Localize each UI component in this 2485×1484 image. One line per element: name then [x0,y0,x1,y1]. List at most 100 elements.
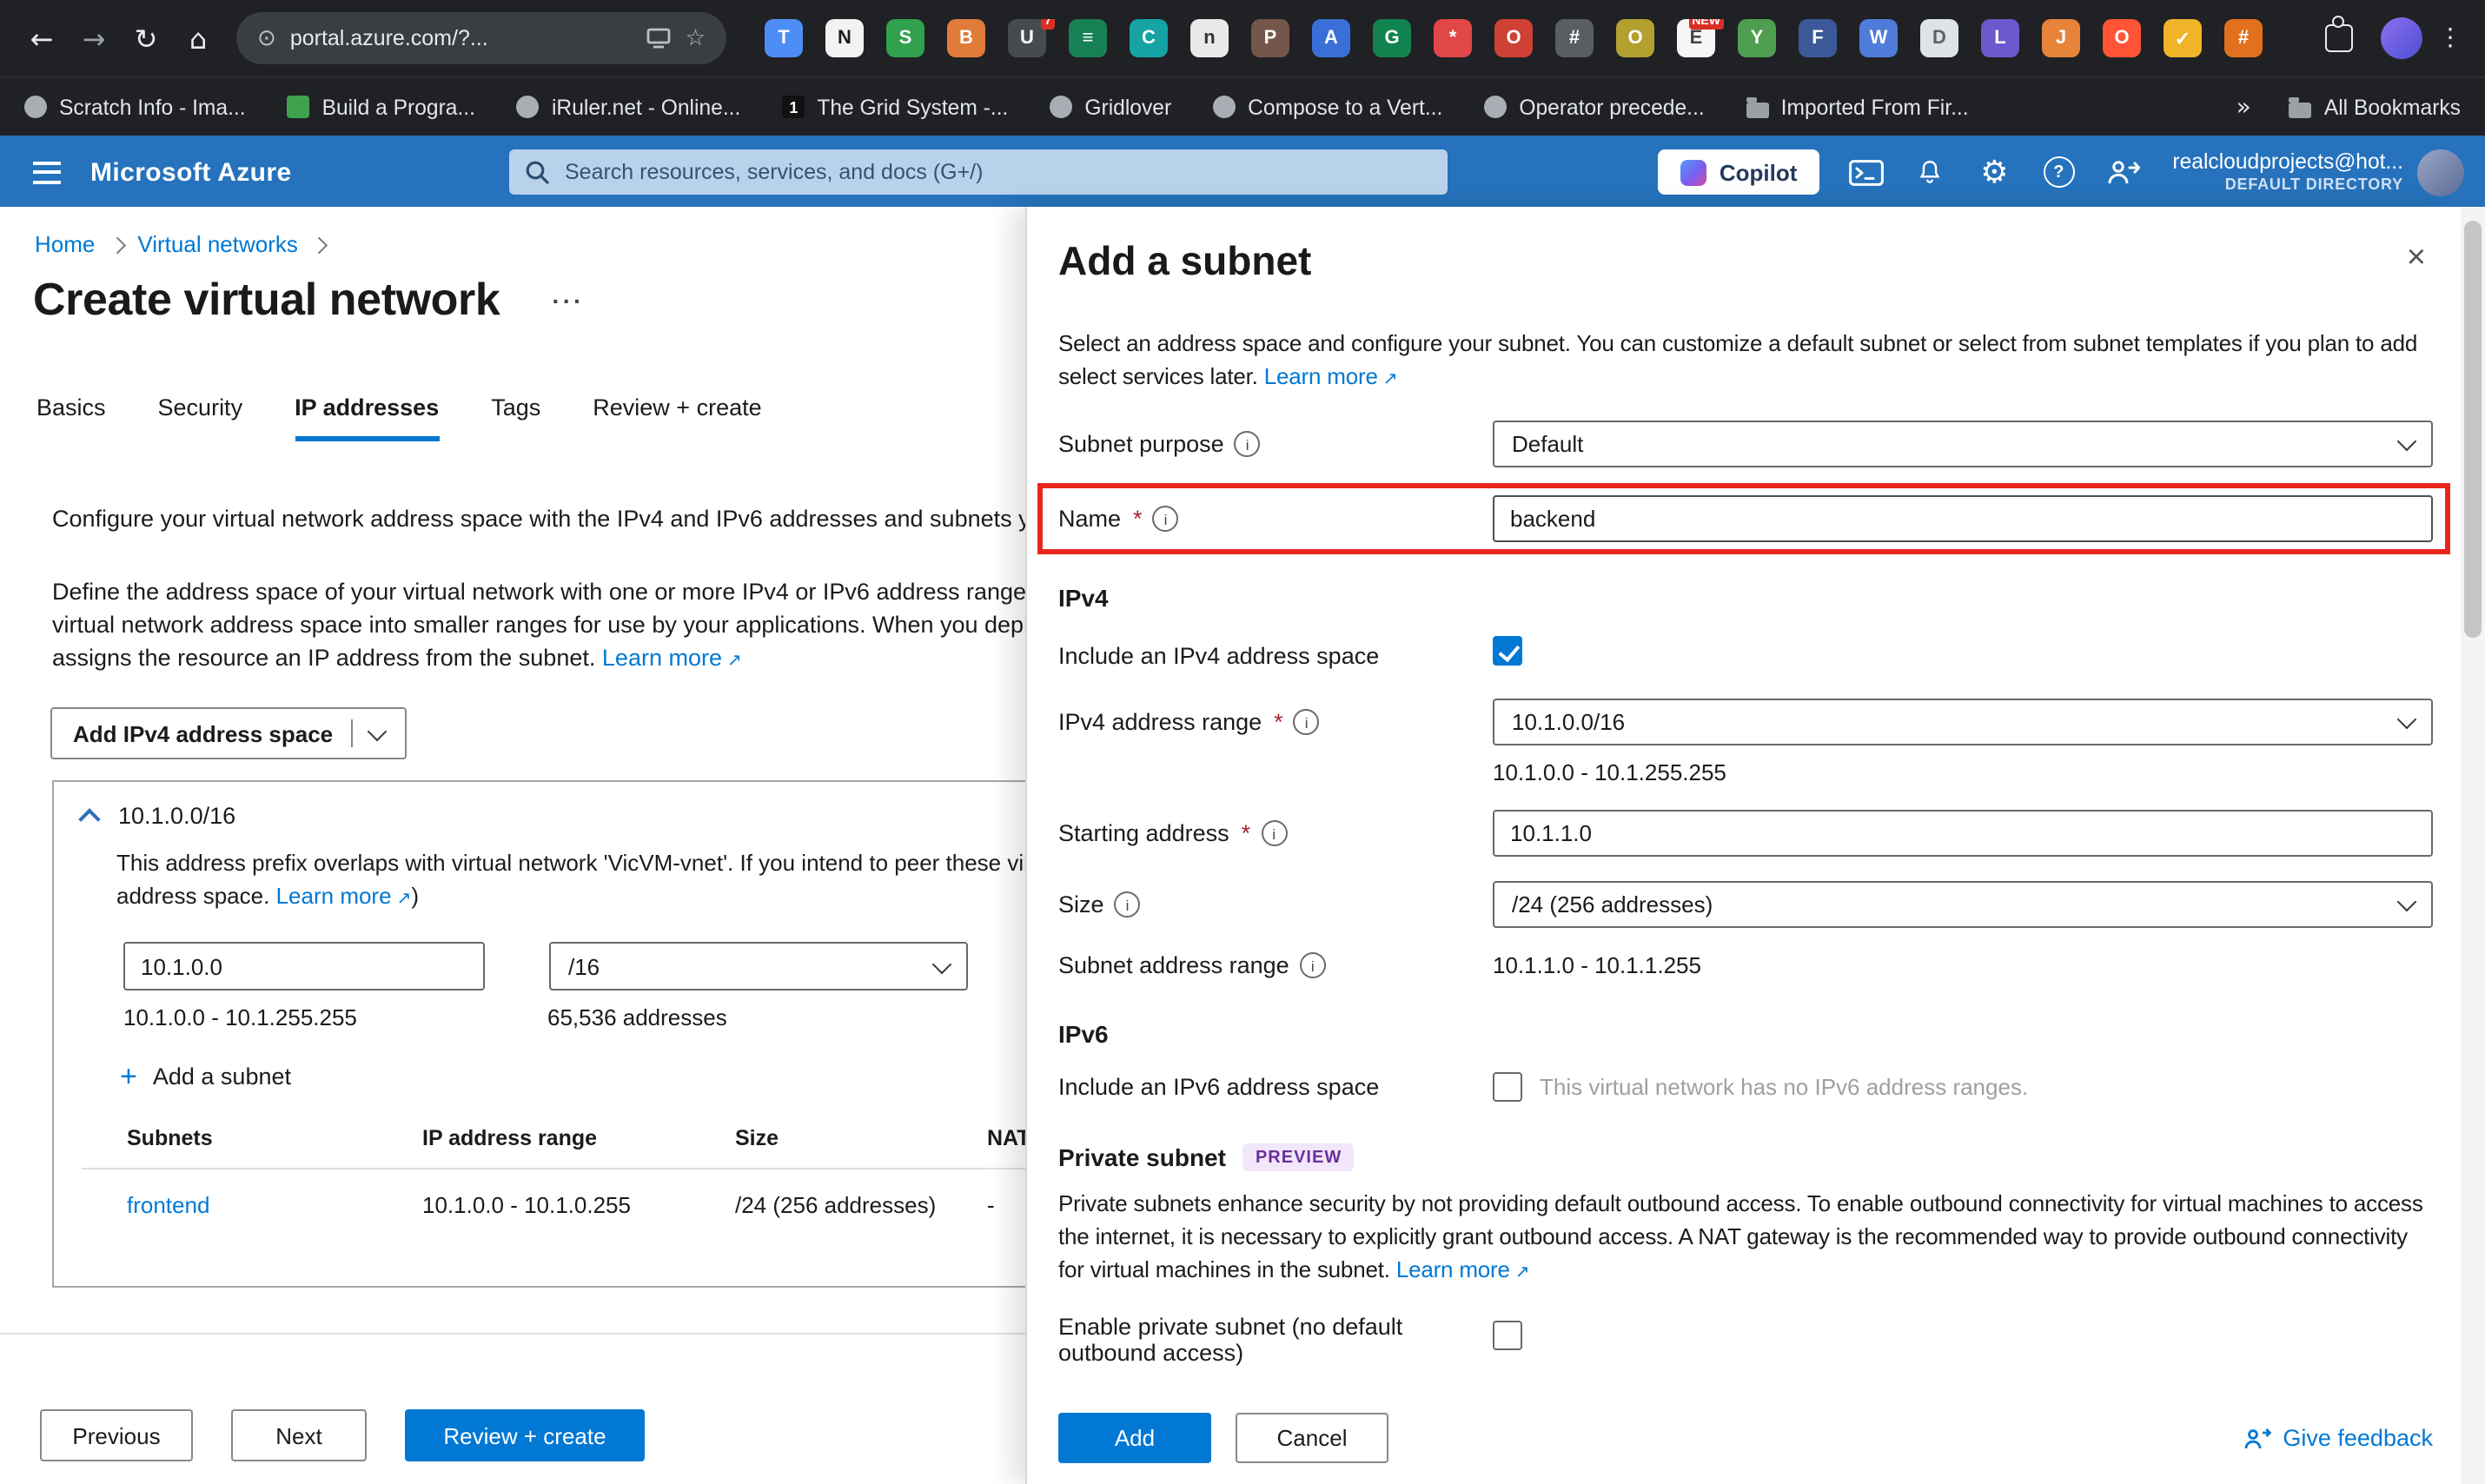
close-icon[interactable] [2400,238,2433,278]
tab-ip-addresses[interactable]: IP addresses [295,394,440,441]
translate-extension-icon[interactable]: T [765,19,803,57]
bookmark-item[interactable]: Compose to a Vert... [1213,95,1442,119]
add-ipv4-address-space-button[interactable]: Add IPv4 address space [50,707,407,759]
starting-address-input[interactable] [1493,810,2433,857]
give-feedback-link[interactable]: Give feedback [2243,1425,2433,1451]
info-icon[interactable] [1152,506,1179,532]
opera-extension-icon[interactable]: O [2103,19,2141,57]
orange-j-extension-icon[interactable]: J [2042,19,2080,57]
blocker-extension-icon[interactable]: U7 [1008,19,1055,57]
cancel-button[interactable]: Cancel [1236,1413,1388,1463]
account-menu[interactable]: realcloudprojects@hot... DEFAULT DIRECTO… [2172,149,2403,194]
bookmark-item[interactable]: iRuler.net - Online... [516,95,740,119]
green-tool-extension-icon[interactable]: S [886,19,924,57]
info-icon[interactable] [1299,952,1326,978]
review-create-button[interactable]: Review + create [405,1409,645,1461]
clipper-extension-icon[interactable]: C [1130,19,1168,57]
plant-extension-icon[interactable]: Y [1738,19,1776,57]
copilot-button[interactable]: Copilot [1658,149,1820,195]
recorder-extension-icon[interactable]: O [1494,19,1533,57]
mask-select[interactable]: /16 [549,942,968,990]
site-settings-icon[interactable] [257,25,276,51]
more-options-button[interactable] [552,286,584,314]
private-subnet-checkbox[interactable] [1493,1321,1522,1350]
brown-tool-extension-icon[interactable]: P [1251,19,1289,57]
bookmark-star-icon[interactable] [686,25,706,51]
cloud-shell-button[interactable] [1833,136,1898,209]
save-cast-icon[interactable] [647,28,672,49]
forward-icon[interactable] [70,14,118,63]
reload-icon[interactable] [122,14,170,63]
notifications-button[interactable] [1898,136,1962,209]
browser-menu-icon[interactable] [2433,24,2468,52]
notion-extension-icon[interactable]: N [825,19,864,57]
address-bar[interactable]: portal.azure.com/?... [236,12,726,64]
search-input[interactable] [561,158,1432,186]
learn-more-link[interactable]: Learn more [276,883,412,909]
previous-button[interactable]: Previous [40,1409,193,1461]
sheets-extension-icon[interactable]: ≡ [1069,19,1107,57]
bookmark-item[interactable]: Imported From Fir... [1746,95,1969,119]
red-burst-extension-icon[interactable]: * [1434,19,1472,57]
tab-review-create[interactable]: Review + create [593,394,761,441]
home-icon[interactable] [174,14,222,63]
ipv4-range-select[interactable]: 10.1.0.0/16 [1493,699,2433,745]
subnet-name-input[interactable] [1493,495,2433,542]
tabs: Basics Security IP addresses Tags Review… [36,394,762,441]
tab-basics[interactable]: Basics [36,394,106,441]
settings-button[interactable] [1962,136,2026,209]
bookmark-item[interactable]: Gridlover [1050,95,1171,119]
docs-extension-icon[interactable]: D [1920,19,1958,57]
add-button[interactable]: Add [1058,1413,1211,1463]
hamburger-menu-icon[interactable] [14,136,80,209]
bookmarks-overflow-icon[interactable] [2236,93,2251,121]
preview-badge: PREVIEW [1242,1143,1355,1171]
new-extension-extension-icon[interactable]: E NEW [1677,19,1724,57]
grid-tool-extension-icon[interactable]: # [2224,19,2263,57]
bookmark-item[interactable]: The Grid System -... [782,95,1008,119]
extensions-puzzle-icon[interactable] [2325,16,2353,52]
learn-more-link[interactable]: Learn more [602,645,742,671]
subnet-purpose-select[interactable]: Default [1493,421,2433,467]
azure-brand[interactable]: Microsoft Azure [90,157,292,187]
feedback-button[interactable] [2091,136,2155,209]
olive-target-extension-icon[interactable]: O [1616,19,1654,57]
help-button[interactable] [2026,136,2091,209]
account-avatar[interactable] [2417,149,2464,195]
address-range: 10.1.0.0 - 10.1.255.255 [123,1004,357,1030]
ipv4-include-checkbox[interactable] [1493,636,1522,666]
learn-more-link[interactable]: Learn more [1396,1256,1530,1282]
grammarly-extension-icon[interactable]: G [1373,19,1411,57]
notes-extension-icon[interactable]: n [1190,19,1229,57]
info-icon[interactable] [1114,891,1141,918]
subnet-frontend-link[interactable]: frontend [127,1192,422,1218]
tab-security[interactable]: Security [158,394,243,441]
scrollbar-thumb[interactable] [2464,221,2482,638]
page-scrollbar[interactable] [2461,207,2485,1484]
ft-extension-icon[interactable]: F [1799,19,1837,57]
info-icon[interactable] [1234,431,1261,457]
address-prefix-input[interactable] [123,942,485,990]
workspace-extension-icon[interactable]: W [1859,19,1898,57]
dark-gear-extension-icon[interactable]: # [1555,19,1594,57]
back-icon[interactable] [17,14,66,63]
assistant-extension-icon[interactable]: A [1312,19,1350,57]
bookmark-item[interactable]: Build a Progra... [287,95,475,119]
bookmark-item[interactable]: Operator precede... [1484,95,1705,119]
bookmark-item[interactable]: Scratch Info - Ima... [24,95,246,119]
next-button[interactable]: Next [231,1409,367,1461]
breadcrumb-home[interactable]: Home [35,231,95,257]
info-icon[interactable] [1293,709,1320,735]
info-icon[interactable] [1261,820,1288,846]
purple-app-extension-icon[interactable]: L [1981,19,2019,57]
tab-tags[interactable]: Tags [491,394,540,441]
all-bookmarks-button[interactable]: All Bookmarks [2289,95,2461,119]
size-select[interactable]: /24 (256 addresses) [1493,881,2433,928]
global-search[interactable] [509,149,1448,195]
ipv6-include-checkbox[interactable] [1493,1072,1522,1102]
orange-tool-extension-icon[interactable]: B [947,19,985,57]
browser-profile-avatar[interactable] [2381,17,2422,59]
breadcrumb-virtual-networks[interactable]: Virtual networks [137,231,298,257]
check-tool-extension-icon[interactable]: ✓ [2164,19,2202,57]
learn-more-link[interactable]: Learn more [1264,363,1398,389]
